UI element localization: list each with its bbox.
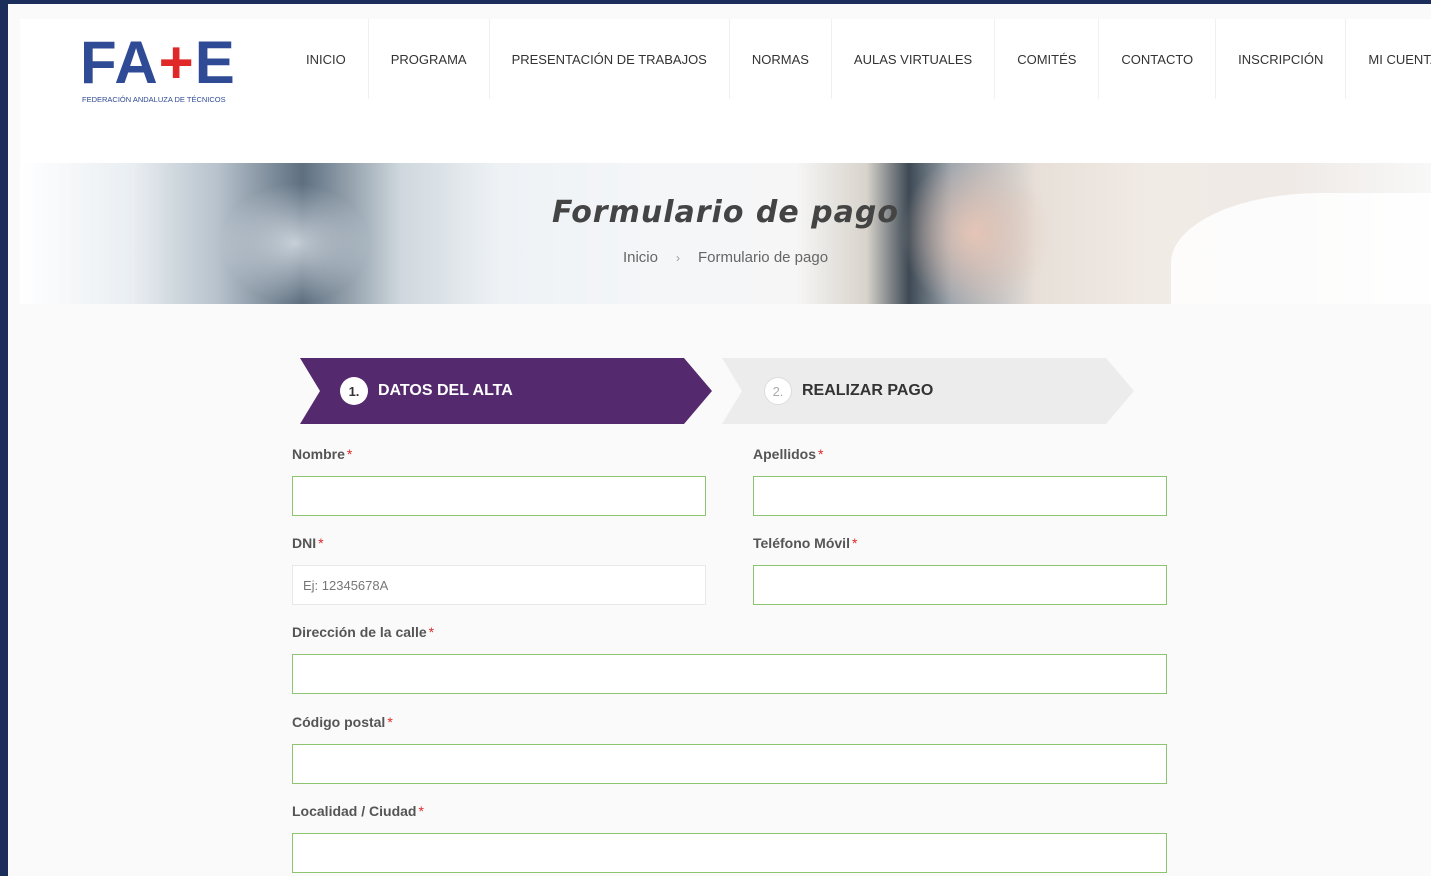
required-asterisk: * — [387, 714, 393, 730]
apellidos-label-text: Apellidos — [753, 446, 817, 462]
codigo-postal-input[interactable] — [292, 744, 1167, 784]
direccion-input[interactable] — [292, 654, 1167, 694]
codigo-postal-label: Código postal * — [292, 712, 1167, 732]
breadcrumb-home-link[interactable]: Inicio — [623, 249, 658, 266]
required-asterisk: * — [851, 535, 858, 551]
localidad-label-text: Localidad / Ciudad — [292, 803, 417, 819]
telefono-label-text: Teléfono Móvil — [753, 535, 850, 551]
localidad-input[interactable] — [292, 833, 1167, 873]
required-asterisk: * — [418, 803, 424, 819]
nombre-label: Nombre * — [292, 444, 706, 464]
step-label: REALIZAR PAGO — [802, 382, 934, 399]
main-nav: INICIO PROGRAMA PRESENTACIÓN DE TRABAJOS… — [284, 19, 1431, 99]
required-asterisk: * — [428, 624, 435, 640]
page-title: Formulario de pago — [552, 195, 899, 230]
breadcrumb-current: Formulario de pago — [697, 249, 829, 266]
required-asterisk: * — [318, 535, 324, 551]
nav-item-inicio[interactable]: INICIO — [284, 19, 369, 99]
field-dni: DNI * — [292, 533, 706, 605]
logo-subtitle: FEDERACIÓN ANDALUZA DE TÉCNICOS — [82, 95, 226, 104]
nav-item-aulas-virtuales[interactable]: AULAS VIRTUALES — [832, 19, 996, 99]
required-asterisk: * — [818, 446, 824, 462]
codigo-postal-label-text: Código postal — [292, 714, 386, 730]
banner-image-hand — [900, 163, 1050, 304]
field-nombre: Nombre * — [292, 444, 706, 516]
localidad-label: Localidad / Ciudad * — [292, 801, 1167, 821]
nav-item-mi-cuenta[interactable]: MI CUENTA — [1346, 19, 1431, 99]
field-direccion: Dirección de la calle * — [292, 622, 1167, 694]
step-realizar-pago[interactable]: 2. REALIZAR PAGO — [722, 358, 1134, 424]
telefono-label: Teléfono Móvil * — [753, 533, 1167, 553]
field-telefono: Teléfono Móvil * — [753, 533, 1167, 605]
site-logo[interactable]: FA+E FEDERACIÓN ANDALUZA DE TÉCNICOS — [80, 33, 240, 107]
logo-wordmark: FA+E — [80, 33, 236, 93]
checkout-steps: 1. DATOS DEL ALTA 2. REALIZAR PAGO — [300, 358, 1140, 424]
dni-label: DNI * — [292, 533, 706, 553]
nav-item-contacto[interactable]: CONTACTO — [1099, 19, 1217, 99]
nav-item-programa[interactable]: PROGRAMA — [369, 19, 490, 99]
page: FA+E FEDERACIÓN ANDALUZA DE TÉCNICOS INI… — [8, 4, 1431, 876]
step-number-badge: 1. — [340, 377, 368, 405]
nav-item-comites[interactable]: COMITÉS — [995, 19, 1100, 99]
field-apellidos: Apellidos * — [753, 444, 1167, 516]
direccion-label-text: Dirección de la calle — [292, 624, 427, 640]
logo-letters-right: E — [194, 29, 236, 96]
step-datos-del-alta[interactable]: 1. DATOS DEL ALTA — [300, 358, 712, 424]
direccion-label: Dirección de la calle * — [292, 622, 1167, 642]
required-asterisk: * — [346, 446, 353, 462]
dni-input[interactable] — [292, 565, 706, 605]
apellidos-label: Apellidos * — [753, 444, 1167, 464]
telefono-input[interactable] — [753, 565, 1167, 605]
nav-item-presentacion-trabajos[interactable]: PRESENTACIÓN DE TRABAJOS — [490, 19, 730, 99]
step-label: DATOS DEL ALTA — [378, 382, 513, 399]
step-number-badge: 2. — [764, 377, 792, 405]
breadcrumb-chevron-icon: › — [675, 251, 680, 265]
nombre-input[interactable] — [292, 476, 706, 516]
page-banner: Formulario de pago Inicio › Formulario de … — [20, 163, 1431, 304]
logo-plus: + — [158, 29, 195, 96]
nav-item-inscripcion[interactable]: INSCRIPCIÓN — [1216, 19, 1347, 99]
logo-letters-left: FA — [80, 29, 159, 96]
field-localidad: Localidad / Ciudad * — [292, 801, 1167, 873]
dni-label-text: DNI — [292, 535, 317, 551]
nav-item-normas[interactable]: NORMAS — [730, 19, 832, 99]
site-header: FA+E FEDERACIÓN ANDALUZA DE TÉCNICOS INI… — [20, 19, 1431, 163]
nombre-label-text: Nombre — [292, 446, 345, 462]
field-codigo-postal: Código postal * — [292, 712, 1167, 784]
breadcrumb: Inicio › Formulario de pago — [20, 249, 1431, 266]
apellidos-input[interactable] — [753, 476, 1167, 516]
